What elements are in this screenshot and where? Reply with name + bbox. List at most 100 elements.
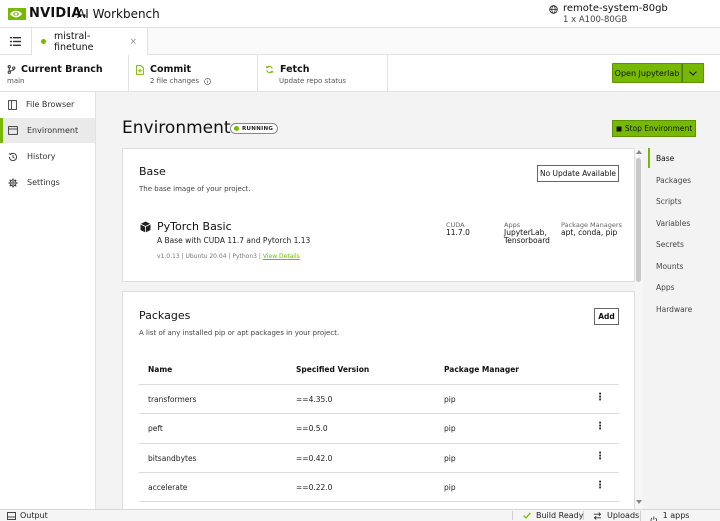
uploads-status[interactable]: Uploads — [583, 511, 639, 520]
scroll-down-icon[interactable] — [636, 500, 642, 504]
section-nav-apps[interactable]: Apps — [648, 277, 718, 297]
package-name: transformers — [148, 395, 197, 404]
package-version: ==0.5.0 — [296, 424, 328, 433]
commit-label: Commit — [150, 64, 192, 75]
view-details-link[interactable]: View Details — [263, 253, 300, 260]
fetch-sub: Update repo status — [279, 77, 347, 85]
list-menu-icon — [10, 36, 21, 46]
status-bar: Output Build Ready Uploads 1 apps runnin… — [0, 509, 720, 521]
section-nav-mounts[interactable]: Mounts — [648, 256, 718, 276]
section-nav-packages[interactable]: Packages — [648, 170, 718, 190]
stop-environment-button[interactable]: Stop Environment — [612, 120, 696, 137]
status-dot-icon — [41, 39, 46, 44]
build-status-label: Build Ready — [536, 511, 584, 520]
section-nav: Base Packages Scripts Variables Secrets … — [648, 147, 720, 347]
table-row: peft ==0.5.0 pip ⋮ — [139, 413, 619, 442]
sidebar: File Browser Environment History Setting… — [0, 92, 96, 509]
open-jupyterlab-button[interactable]: Open Jupyterlab — [612, 63, 682, 83]
table-row: accelerate ==0.22.0 pip ⋮ — [139, 472, 619, 502]
transfer-icon — [593, 511, 602, 520]
sidebar-item-history[interactable]: History — [0, 144, 95, 169]
packages-title: Packages — [139, 309, 191, 322]
package-name: bitsandbytes — [148, 454, 197, 463]
fetch-sync-icon — [265, 65, 274, 74]
sidebar-item-environment[interactable]: Environment — [0, 118, 95, 143]
branch-icon — [7, 65, 16, 74]
package-manager: pip — [444, 395, 456, 404]
package-box-icon — [140, 221, 151, 233]
project-tab[interactable]: mistral-finetune × — [32, 28, 148, 55]
add-package-button[interactable]: Add — [594, 308, 619, 325]
base-title: Base — [139, 165, 166, 178]
sidebar-item-settings[interactable]: Settings — [0, 170, 95, 195]
package-managers-value: apt, conda, pip — [561, 228, 618, 237]
column-header-version[interactable]: Specified Version — [296, 365, 369, 374]
commit-section[interactable]: Commit 2 file changes — [129, 55, 258, 92]
more-options-icon[interactable]: ⋮ — [595, 421, 605, 432]
panel-icon — [7, 511, 16, 520]
fetch-section[interactable]: Fetch Update repo status — [258, 55, 388, 92]
apps-running-status[interactable]: 1 apps running — [640, 511, 720, 521]
apps-value-2: Tensorboard — [504, 236, 550, 245]
sidebar-item-label: Settings — [27, 178, 60, 187]
output-toggle[interactable]: Output — [7, 511, 48, 520]
project-tab-label: mistral-finetune — [53, 30, 94, 53]
package-version: ==0.22.0 — [296, 483, 333, 492]
info-icon[interactable] — [204, 77, 211, 85]
column-header-manager[interactable]: Package Manager — [444, 365, 519, 374]
package-name: accelerate — [148, 483, 188, 492]
section-nav-scripts[interactable]: Scripts — [648, 191, 718, 211]
package-version: ==4.35.0 — [296, 395, 333, 404]
build-status[interactable]: Build Ready — [512, 511, 583, 520]
package-manager: pip — [444, 424, 456, 433]
sidebar-item-file-browser[interactable]: File Browser — [0, 92, 95, 117]
status-badge: RUNNING — [230, 123, 279, 134]
base-description: The base image of your project. — [139, 185, 251, 193]
apps-running-label: 1 apps running — [662, 511, 694, 521]
branch-label: Current Branch — [21, 64, 103, 75]
packages-description: A list of any installed pip or apt packa… — [139, 329, 340, 337]
sidebar-item-label: Environment — [27, 126, 79, 135]
stop-environment-label: Stop Environment — [624, 124, 693, 133]
base-image-name: PyTorch Basic — [157, 220, 232, 233]
package-version: ==0.42.0 — [296, 454, 333, 463]
scroll-up-icon[interactable] — [636, 150, 642, 154]
package-name: peft — [148, 424, 163, 433]
history-icon — [8, 152, 17, 161]
package-manager: pip — [444, 483, 456, 492]
table-row: transformers ==4.35.0 pip ⋮ — [139, 384, 619, 413]
nvidia-logo: NVIDIA. — [8, 6, 87, 21]
commit-file-icon — [136, 64, 144, 75]
base-image-desc: A Base with CUDA 11.7 and Pytorch 1.13 — [157, 236, 311, 245]
remote-location[interactable]: remote-system-80gb 1 x A100-80GB — [549, 3, 668, 25]
top-bar: NVIDIA. AI Workbench remote-system-80gb … — [0, 0, 720, 28]
open-app-dropdown-button[interactable] — [682, 63, 704, 83]
package-manager: pip — [444, 454, 456, 463]
environment-icon — [8, 126, 18, 135]
branch-value: main — [7, 77, 25, 85]
status-badge-label: RUNNING — [242, 125, 274, 132]
menu-toggle-button[interactable] — [0, 28, 32, 54]
current-branch[interactable]: Current Branch main — [0, 55, 129, 92]
section-nav-hardware[interactable]: Hardware — [648, 299, 718, 319]
uploads-label: Uploads — [607, 511, 640, 520]
column-header-name[interactable]: Name — [148, 365, 172, 374]
more-options-icon[interactable]: ⋮ — [595, 480, 605, 491]
section-nav-secrets[interactable]: Secrets — [648, 234, 718, 254]
project-tab-bar: mistral-finetune × — [0, 28, 720, 55]
running-dot-icon — [234, 126, 239, 131]
power-icon — [650, 516, 658, 521]
no-update-button[interactable]: No Update Available — [537, 165, 619, 182]
close-icon[interactable]: × — [129, 37, 137, 47]
nvidia-eye-icon — [8, 7, 26, 20]
sidebar-item-label: File Browser — [26, 100, 75, 109]
stop-icon — [616, 126, 622, 131]
scrollbar-thumb[interactable] — [636, 158, 641, 282]
file-icon — [8, 99, 17, 110]
more-options-icon[interactable]: ⋮ — [595, 392, 605, 403]
remote-gpu: 1 x A100-80GB — [563, 15, 628, 25]
section-nav-variables[interactable]: Variables — [648, 213, 718, 233]
sidebar-item-label: History — [27, 152, 56, 161]
section-nav-base[interactable]: Base — [648, 148, 718, 168]
more-options-icon[interactable]: ⋮ — [595, 451, 605, 462]
